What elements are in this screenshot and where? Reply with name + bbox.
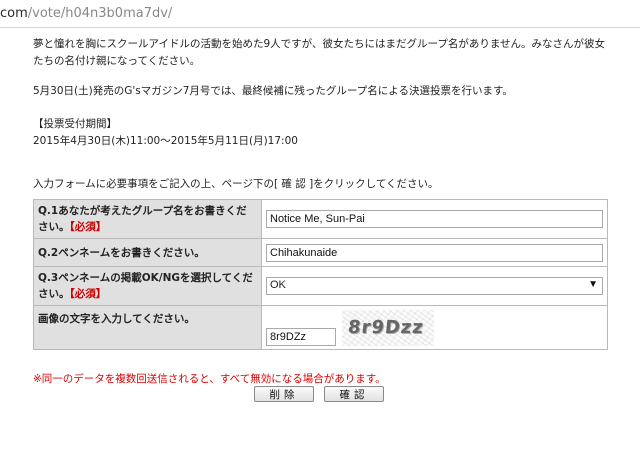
period-heading: 【投票受付期間】: [33, 118, 117, 130]
q3-cell: OK ▼: [261, 266, 608, 306]
form-row-q3: Q.3ペンネームの掲載OK/NGを選択してください。【必須】 OK ▼: [33, 266, 608, 306]
duplicate-warning: ※同一のデータを複数回送信されると、すべて無効になる場合があります。: [33, 373, 386, 385]
q2-cell: [261, 238, 608, 267]
captcha-row: 8r9Dzz: [266, 309, 603, 346]
select-value: OK: [270, 279, 286, 291]
form-row-captcha: 画像の文字を入力してください。 8r9Dzz: [33, 305, 608, 350]
dropdown-arrow-icon[interactable]: ▼: [588, 279, 598, 290]
q3-label: Q.3ペンネームの掲載OK/NGを選択してください。【必須】: [33, 266, 262, 306]
instructions-text: 入力フォームに必要事項をご記入の上、ページ下の[ 確 認 ]をクリックしてくださ…: [33, 178, 439, 190]
q1-label: Q.1あなたが考えたグループ名をお書きください。【必須】: [33, 199, 262, 239]
group-name-input[interactable]: [266, 210, 603, 228]
url-path: /vote/h04n3b0ma7dv/: [27, 6, 173, 21]
captcha-label: 画像の文字を入力してください。: [33, 305, 262, 350]
q2-label: Q.2ペンネームをお書きください。: [33, 238, 262, 267]
address-bar[interactable]: com/vote/h04n3b0ma7dv/: [0, 0, 640, 28]
required-tag: 【必須】: [69, 288, 107, 300]
period-value: 2015年4月30日(木)11:00～2015年5月11日(月)17:00: [33, 135, 298, 147]
confirm-button[interactable]: 確認: [324, 386, 384, 402]
pen-name-input[interactable]: [266, 243, 603, 262]
captcha-input[interactable]: [266, 327, 336, 346]
magazine-notice: 5月30日(土)発売のG'sマガジン7月号では、最終候補に残ったグループ名による…: [33, 85, 513, 97]
form-row-q1: Q.1あなたが考えたグループ名をお書きください。【必須】: [33, 199, 608, 239]
intro-paragraph: 夢と憧れを胸にスクールアイドルの活動を始めた9人ですが、彼女たちにはまだグループ…: [33, 38, 605, 67]
captcha-image: 8r9Dzz: [342, 309, 434, 346]
captcha-text: 8r9Dzz: [346, 316, 425, 338]
form-row-q2: Q.2ペンネームをお書きください。: [33, 238, 608, 267]
required-tag: 【必須】: [69, 221, 107, 233]
delete-button[interactable]: 削除: [254, 386, 314, 402]
form-buttons: 削除 確認: [254, 386, 384, 402]
url-domain: com: [0, 6, 28, 21]
vote-form: Q.1あなたが考えたグループ名をお書きください。【必須】 Q.2ペンネームをお書…: [33, 199, 608, 350]
url-text[interactable]: com/vote/h04n3b0ma7dv/: [0, 6, 172, 21]
publish-ok-select[interactable]: OK ▼: [266, 277, 603, 295]
voting-period: 【投票受付期間】 2015年4月30日(木)11:00～2015年5月11日(月…: [33, 116, 613, 150]
captcha-cell: 8r9Dzz: [261, 305, 608, 350]
q1-cell: [261, 199, 608, 239]
